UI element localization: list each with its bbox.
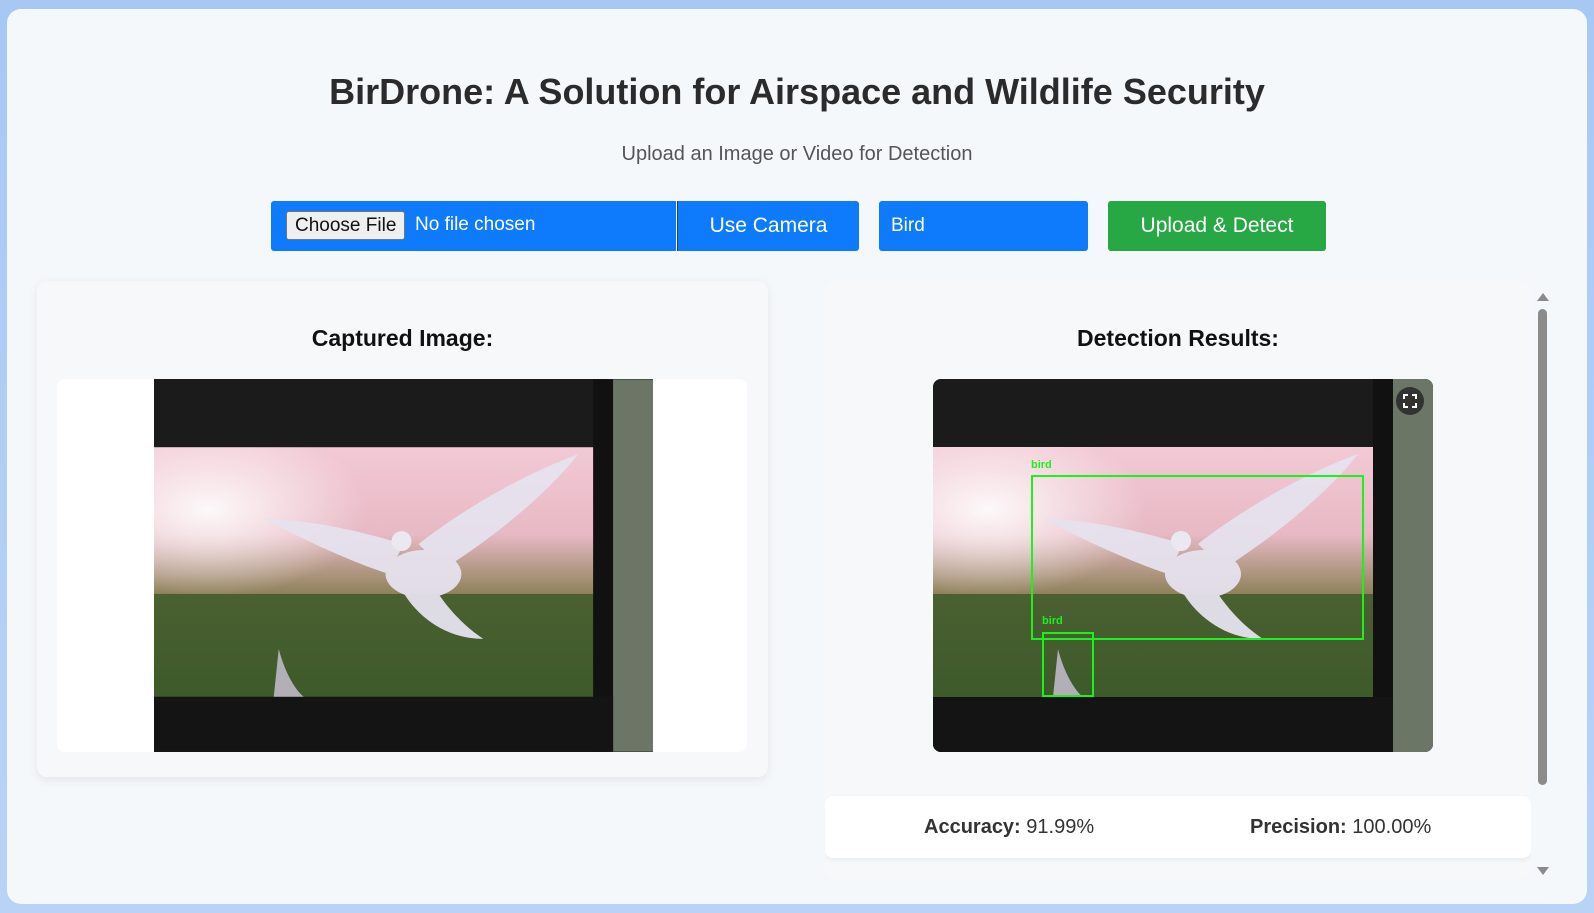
- file-input[interactable]: Choose File No file chosen: [271, 201, 676, 251]
- precision-metric: Precision: 100.00%: [1250, 816, 1431, 839]
- captured-image: [154, 379, 653, 752]
- captured-image-heading: Captured Image:: [311, 325, 494, 351]
- use-camera-button[interactable]: Use Camera: [677, 201, 859, 251]
- scroll-thumb[interactable]: [1538, 309, 1547, 785]
- detection-label: bird: [1042, 615, 1063, 627]
- upload-detect-button[interactable]: Upload & Detect: [1108, 201, 1326, 251]
- detection-box: [1031, 475, 1364, 640]
- captured-image-frame: [57, 379, 747, 752]
- class-select[interactable]: Bird: [879, 201, 1088, 251]
- precision-label: Precision:: [1250, 816, 1347, 838]
- detection-box: [1042, 632, 1094, 697]
- detection-results-heading: Detection Results:: [1077, 325, 1279, 351]
- fullscreen-button[interactable]: [1396, 387, 1424, 415]
- detection-image: bird bird: [933, 379, 1433, 752]
- detection-results-panel: Detection Results: bird bird Accuracy: 9…: [825, 281, 1531, 879]
- precision-value: 100.00%: [1352, 816, 1432, 838]
- scroll-down-arrow-icon[interactable]: [1537, 867, 1549, 875]
- scroll-up-arrow-icon[interactable]: [1537, 293, 1549, 301]
- metrics-bar: Accuracy: 91.99% Precision: 100.00%: [825, 796, 1531, 858]
- app-card: BirDrone: A Solution for Airspace and Wi…: [7, 9, 1587, 904]
- captured-image-panel: Captured Image:: [37, 281, 768, 777]
- choose-file-button[interactable]: Choose File: [286, 211, 406, 240]
- page-title: BirDrone: A Solution for Airspace and Wi…: [329, 71, 1265, 112]
- fullscreen-icon: [1403, 394, 1417, 408]
- accuracy-label: Accuracy:: [924, 816, 1021, 838]
- detection-label: bird: [1031, 459, 1052, 471]
- file-status-text: No file chosen: [415, 214, 536, 235]
- page-subtitle: Upload an Image or Video for Detection: [621, 143, 973, 165]
- accuracy-metric: Accuracy: 91.99%: [924, 816, 1094, 839]
- accuracy-value: 91.99%: [1026, 816, 1095, 838]
- results-scrollbar[interactable]: [1531, 281, 1551, 881]
